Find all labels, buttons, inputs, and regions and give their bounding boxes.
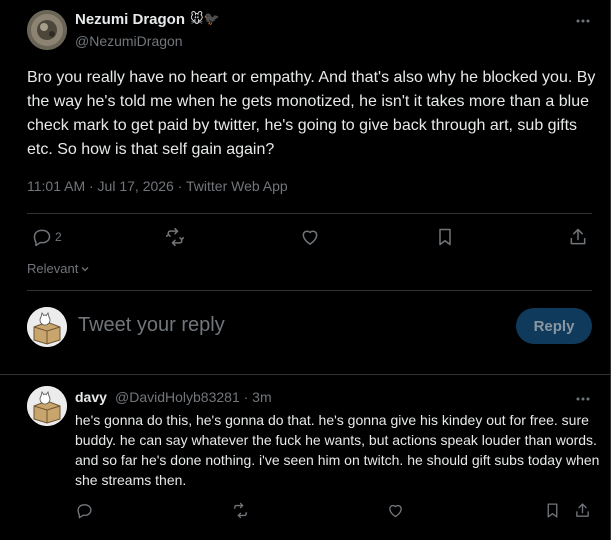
chevron-down-icon [80, 264, 90, 274]
divider [27, 290, 592, 291]
sort-label: Relevant [27, 261, 79, 276]
tweet-text: Bro you really have no heart or empathy.… [27, 69, 596, 158]
bookmark-icon[interactable] [544, 502, 561, 519]
reply-button[interactable]: Reply [516, 308, 592, 344]
author-handle[interactable]: @NezumiDragon [75, 33, 183, 49]
share-icon[interactable] [568, 227, 588, 247]
reply-author-avatar[interactable] [27, 386, 67, 426]
author-avatar[interactable] [27, 10, 67, 50]
sort-relevant-dropdown[interactable]: Relevant [27, 261, 90, 276]
more-icon[interactable] [574, 12, 592, 30]
retweet-icon[interactable] [232, 502, 249, 519]
bookmark-icon[interactable] [435, 227, 455, 247]
reply-author-name[interactable]: davy [75, 389, 107, 405]
reply-action[interactable]: 2 [32, 227, 62, 247]
reply-text: he's gonna do this, he's gonna do that. … [75, 412, 600, 488]
share-icon[interactable] [574, 502, 591, 519]
reply-icon[interactable] [76, 502, 93, 519]
author-name-emoji: 🐭🐦‍⬛ [190, 10, 220, 28]
composer-avatar[interactable] [27, 307, 67, 347]
divider [27, 213, 592, 214]
like-icon[interactable] [387, 502, 404, 519]
more-icon[interactable] [574, 390, 592, 408]
reply-count: 2 [55, 230, 62, 244]
like-icon[interactable] [300, 227, 320, 247]
reply-icon[interactable] [32, 227, 52, 247]
tweet-meta[interactable]: 11:01 AM · Jul 17, 2026 · Twitter Web Ap… [27, 178, 288, 194]
tweet-thread: Nezumi Dragon 🐭🐦‍⬛ @NezumiDragon Bro you… [0, 0, 611, 540]
author-name[interactable]: Nezumi Dragon [75, 11, 185, 28]
author-emoji-text: 🐭🐦‍⬛ [190, 11, 220, 26]
reply-input[interactable]: Tweet your reply [78, 314, 225, 337]
divider [0, 374, 611, 375]
reply-author-handle[interactable]: @DavidHolyb83281 · 3m [115, 389, 272, 405]
retweet-icon[interactable] [165, 227, 185, 247]
